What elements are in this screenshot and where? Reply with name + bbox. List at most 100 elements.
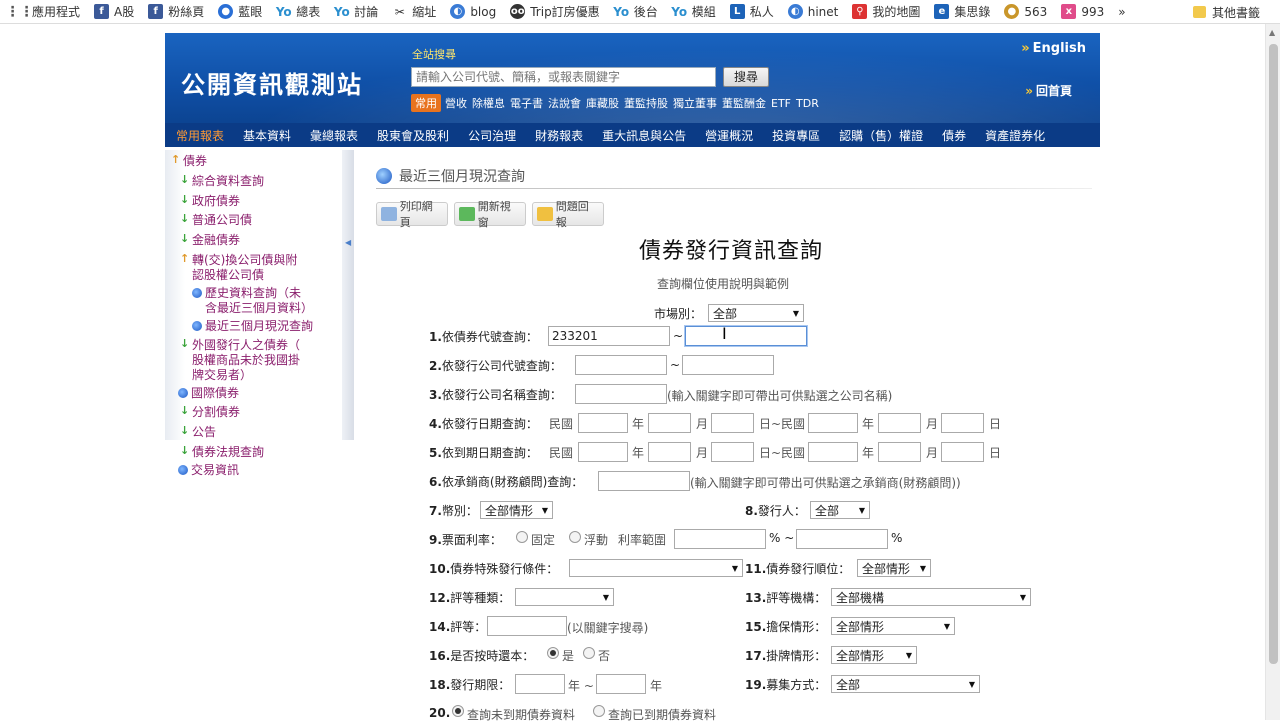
- sidebar-item-foreign-issuer-bonds[interactable]: ↓ 外國發行人之債券（ 股權商品未於我國掛 牌交易者）: [180, 338, 300, 383]
- rating-type-select[interactable]: ▼: [515, 588, 614, 606]
- nav-common-reports[interactable]: 常用報表: [176, 127, 224, 144]
- other-bookmarks[interactable]: 其他書籤: [1192, 0, 1260, 24]
- bookmark-discuss[interactable]: Yo 討論: [334, 3, 378, 20]
- rating-agency-select[interactable]: 全部機構 ▼: [831, 588, 1031, 606]
- bond-code-to-input[interactable]: [685, 326, 807, 346]
- listing-select[interactable]: 全部情形 ▼: [831, 646, 917, 664]
- bookmark-shorten[interactable]: ✂ 縮址: [392, 3, 437, 20]
- quick-link-director-pay[interactable]: 董監酬金: [722, 95, 766, 111]
- nav-warrants[interactable]: 認購（售）權證: [839, 127, 923, 144]
- sidebar-item-international-bonds[interactable]: 國際債券: [178, 386, 239, 401]
- sidebar-item-corporate-bonds[interactable]: ↓ 普通公司債: [180, 213, 252, 228]
- currency-select[interactable]: 全部情形 ▼: [480, 501, 553, 519]
- issue-date-from-year[interactable]: [578, 413, 628, 433]
- issuer-type-select[interactable]: 全部 ▼: [810, 501, 870, 519]
- quick-link-dividend[interactable]: 除權息: [472, 95, 505, 111]
- bookmark-summary[interactable]: Yo 總表: [276, 3, 320, 20]
- bookmark-563[interactable]: ● 563: [1004, 4, 1047, 19]
- maturity-date-from-day[interactable]: [711, 442, 754, 462]
- sidebar-item-recent-query[interactable]: 最近三個月現況查詢: [192, 319, 313, 334]
- quick-link-independent-director[interactable]: 獨立董事: [673, 95, 717, 111]
- bookmark-trip[interactable]: oo Trip訂房優惠: [510, 3, 600, 20]
- quick-link-director-holdings[interactable]: 董監持股: [624, 95, 668, 111]
- offering-method-select[interactable]: 全部 ▼: [831, 675, 980, 693]
- sidebar-item-trading-info[interactable]: 交易資訊: [178, 463, 239, 478]
- term-from-input[interactable]: [515, 674, 565, 694]
- sidebar-item-convertible-bonds[interactable]: ↑ 轉(交)換公司債與附 認股權公司債: [180, 253, 297, 283]
- quick-link-investor-conf[interactable]: 法說會: [548, 95, 581, 111]
- bookmark-hinet[interactable]: ◐ hinet: [787, 4, 838, 19]
- site-logo[interactable]: 公開資訊觀測站: [181, 65, 363, 100]
- repay-yes-radio[interactable]: [547, 647, 559, 659]
- rate-to-input[interactable]: [796, 529, 888, 549]
- scroll-up-icon[interactable]: ▲: [1269, 28, 1275, 37]
- nav-basic-info[interactable]: 基本資料: [243, 127, 291, 144]
- new-window-button[interactable]: 開新視窗: [454, 200, 526, 229]
- nav-shareholders[interactable]: 股東會及股利: [377, 127, 449, 144]
- sidebar-item-financial-bonds[interactable]: ↓ 金融債券: [180, 233, 240, 248]
- issuer-code-from-input[interactable]: [575, 355, 667, 375]
- bookmark-my-map[interactable]: ⚲ 我的地圖: [852, 3, 920, 20]
- quick-link-tdr[interactable]: TDR: [796, 97, 819, 110]
- print-button[interactable]: 列印網頁: [376, 200, 448, 229]
- underwriter-input[interactable]: [598, 471, 690, 491]
- quick-link-ebook[interactable]: 電子書: [510, 95, 543, 111]
- bookmark-apps[interactable]: ⋮⋮ 應用程式: [6, 3, 81, 20]
- special-terms-select[interactable]: ▼: [569, 559, 743, 577]
- sidebar-item-government-bonds[interactable]: ↓ 政府債券: [180, 194, 240, 209]
- home-link[interactable]: » 回首頁: [1025, 82, 1072, 99]
- maturity-date-from-year[interactable]: [578, 442, 628, 462]
- bookmark-blue-eye[interactable]: ● 藍眼: [218, 3, 262, 20]
- nav-financials[interactable]: 財務報表: [535, 127, 583, 144]
- market-select[interactable]: 全部 ▼: [708, 304, 804, 322]
- bookmark-private[interactable]: L 私人: [729, 3, 774, 20]
- nav-securitization[interactable]: 資產證券化: [985, 127, 1045, 144]
- search-button[interactable]: 搜尋: [723, 67, 769, 87]
- site-search-input[interactable]: [411, 67, 716, 87]
- guarantee-select[interactable]: 全部情形 ▼: [831, 617, 955, 635]
- bookmark-993[interactable]: x 993: [1061, 4, 1104, 19]
- help-link[interactable]: 查詢欄位使用說明與範例: [657, 275, 789, 292]
- nav-operations[interactable]: 營運概況: [705, 127, 753, 144]
- issuer-name-input[interactable]: [575, 384, 667, 404]
- nav-announcements[interactable]: 重大訊息與公告: [602, 127, 686, 144]
- vertical-scrollbar[interactable]: ▲: [1265, 24, 1280, 720]
- seniority-select[interactable]: 全部情形 ▼: [857, 559, 931, 577]
- sidebar-item-bond-regulations[interactable]: ↓ 債券法規查詢: [180, 445, 264, 460]
- expired-radio[interactable]: [593, 705, 605, 717]
- nav-investment[interactable]: 投資專區: [772, 127, 820, 144]
- issue-date-to-year[interactable]: [808, 413, 858, 433]
- issuer-code-to-input[interactable]: [682, 355, 774, 375]
- bookmark-jisilu[interactable]: e 集思錄: [934, 3, 990, 20]
- issue-date-from-day[interactable]: [711, 413, 754, 433]
- maturity-date-from-month[interactable]: [648, 442, 691, 462]
- sidebar-item-history-query[interactable]: 歷史資料查詢（未 含最近三個月資料）: [192, 286, 313, 316]
- rate-from-input[interactable]: [674, 529, 766, 549]
- maturity-date-to-day[interactable]: [941, 442, 984, 462]
- bookmark-a-shares[interactable]: f A股: [94, 3, 134, 20]
- quick-link-revenue[interactable]: 營收: [445, 95, 467, 111]
- bond-code-from-input[interactable]: 233201: [548, 326, 670, 346]
- report-issue-button[interactable]: 問題回報: [532, 200, 604, 229]
- sidebar-item-announcements[interactable]: ↓ 公告: [180, 425, 216, 440]
- maturity-date-to-year[interactable]: [808, 442, 858, 462]
- nav-bonds[interactable]: 債券: [942, 127, 966, 144]
- sidebar-item-combined-query[interactable]: ↓ 綜合資料查詢: [180, 174, 264, 189]
- bookmark-blog[interactable]: ◐ blog: [450, 4, 496, 19]
- issue-date-to-month[interactable]: [878, 413, 921, 433]
- issue-date-to-day[interactable]: [941, 413, 984, 433]
- collapse-sidebar-icon[interactable]: ◀: [345, 238, 351, 247]
- english-link[interactable]: » English: [1021, 41, 1086, 56]
- sidebar-item-bonds[interactable]: ↑ 債券: [171, 154, 207, 169]
- sidebar-item-strip-bonds[interactable]: ↓ 分割債券: [180, 405, 240, 420]
- rating-input[interactable]: [487, 616, 567, 636]
- quick-link-treasury-stock[interactable]: 庫藏股: [586, 95, 619, 111]
- bookmark-fan-page[interactable]: f 粉絲頁: [148, 3, 204, 20]
- quick-link-etf[interactable]: ETF: [771, 97, 791, 110]
- nav-governance[interactable]: 公司治理: [468, 127, 516, 144]
- issue-date-from-month[interactable]: [648, 413, 691, 433]
- bookmark-backend[interactable]: Yo 後台: [613, 3, 657, 20]
- bookmark-modules[interactable]: Yo 模組: [671, 3, 715, 20]
- maturity-date-to-month[interactable]: [878, 442, 921, 462]
- rate-floating-radio[interactable]: [569, 531, 581, 543]
